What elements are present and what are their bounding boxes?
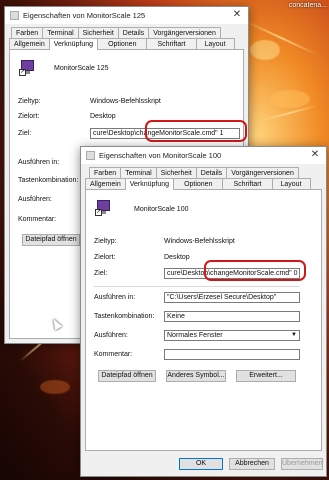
- shortcut-name: MonitorScale 125: [54, 65, 109, 72]
- title-bar[interactable]: Eigenschaften von MonitorScale 100 ✕: [81, 147, 326, 164]
- zielort-value: Desktop: [164, 254, 190, 261]
- window-icon: [10, 11, 19, 20]
- window-title: Eigenschaften von MonitorScale 125: [23, 11, 146, 20]
- monitor-shortcut-icon: ↗: [95, 200, 112, 216]
- tab-allgemein[interactable]: Allgemein: [9, 38, 50, 49]
- window-icon: [86, 151, 95, 160]
- tab-details[interactable]: Details: [195, 167, 228, 178]
- shortcut-name: MonitorScale 100: [134, 206, 189, 213]
- uebernehmen-button[interactable]: Übernehmen: [281, 458, 323, 470]
- close-icon[interactable]: ✕: [230, 9, 244, 20]
- tab-schriftart[interactable]: Schriftart: [146, 38, 197, 49]
- highlight-ring-100: [204, 260, 306, 281]
- tab-farben[interactable]: Farben: [11, 27, 44, 38]
- tab-allgemein[interactable]: Allgemein: [85, 178, 126, 189]
- monitor-shortcut-icon: ↗: [19, 60, 36, 76]
- dateipfad-oeffnen-button[interactable]: Dateipfad öffnen: [98, 370, 156, 382]
- ausfuehren-select-value: Normales Fenster: [167, 332, 223, 339]
- zielort-label: Zielort:: [94, 254, 116, 261]
- erweitert-button[interactable]: Erweitert...: [236, 370, 296, 382]
- tab-farben[interactable]: Farben: [89, 167, 122, 178]
- ausfuehren-label: Ausführen:: [18, 196, 52, 203]
- tab-verknuepfung[interactable]: Verknüpfung: [124, 178, 175, 190]
- tab-terminal[interactable]: Terminal: [120, 167, 157, 178]
- ausfuehren-in-field[interactable]: "C:\Users\Erzesel Secure\Desktop": [164, 292, 300, 303]
- ok-button[interactable]: OK: [179, 458, 223, 470]
- tab-verknuepfung[interactable]: Verknüpfung: [48, 38, 99, 50]
- highlight-ring-125: [145, 120, 247, 142]
- zieltyp-label: Zieltyp:: [18, 98, 41, 105]
- background-corner-text: concatena...: [288, 2, 327, 9]
- tab-schriftart[interactable]: Schriftart: [222, 178, 273, 189]
- ziel-label: Ziel:: [18, 130, 32, 137]
- ziel-label: Ziel:: [94, 270, 108, 277]
- tastenkombination-label: Tastenkombination:: [18, 177, 79, 184]
- zielort-value: Desktop: [90, 113, 116, 120]
- zieltyp-value: Windows-Befehlsskript: [164, 238, 235, 245]
- kommentar-label: Kommentar:: [18, 216, 57, 223]
- abbrechen-button[interactable]: Abbrechen: [229, 458, 275, 470]
- chevron-down-icon[interactable]: ▼: [291, 331, 297, 340]
- properties-window-100[interactable]: Eigenschaften von MonitorScale 100 ✕ Far…: [80, 146, 327, 477]
- divider: [94, 286, 300, 287]
- tab-vorgaengerversionen[interactable]: Vorgängerversionen: [148, 27, 221, 38]
- tab-layout[interactable]: Layout: [195, 38, 235, 49]
- ausfuehren-in-label: Ausführen in:: [94, 294, 136, 301]
- zieltyp-label: Zieltyp:: [94, 238, 117, 245]
- tab-terminal[interactable]: Terminal: [42, 27, 79, 38]
- tab-vorgaengerversionen[interactable]: Vorgängerversionen: [226, 167, 299, 178]
- tastenkombination-field[interactable]: Keine: [164, 311, 300, 322]
- window-title: Eigenschaften von MonitorScale 100: [99, 151, 222, 160]
- ausfuehren-in-label: Ausführen in:: [18, 159, 60, 166]
- title-bar[interactable]: Eigenschaften von MonitorScale 125 ✕: [5, 7, 248, 24]
- kommentar-field[interactable]: [164, 349, 300, 360]
- close-icon[interactable]: ✕: [308, 149, 322, 160]
- ausfuehren-select[interactable]: Normales Fenster ▼: [164, 330, 300, 341]
- zieltyp-value: Windows-Befehlsskript: [90, 98, 161, 105]
- tab-optionen[interactable]: Optionen: [173, 178, 224, 189]
- kommentar-label: Kommentar:: [94, 351, 133, 358]
- tab-details[interactable]: Details: [117, 27, 150, 38]
- anderes-symbol-button[interactable]: Anderes Symbol...: [166, 370, 226, 382]
- tab-optionen[interactable]: Optionen: [97, 38, 148, 49]
- shortcut-page: ↗ MonitorScale 100 Zieltyp: Windows-Befe…: [85, 189, 322, 451]
- ausfuehren-label: Ausführen:: [94, 332, 128, 339]
- zielort-label: Zielort:: [18, 113, 40, 120]
- dateipfad-oeffnen-button[interactable]: Dateipfad öffnen: [22, 234, 80, 246]
- tab-sicherheit[interactable]: Sicherheit: [155, 167, 197, 178]
- tab-sicherheit[interactable]: Sicherheit: [77, 27, 119, 38]
- tastenkombination-label: Tastenkombination:: [94, 313, 155, 320]
- tab-layout[interactable]: Layout: [271, 178, 311, 189]
